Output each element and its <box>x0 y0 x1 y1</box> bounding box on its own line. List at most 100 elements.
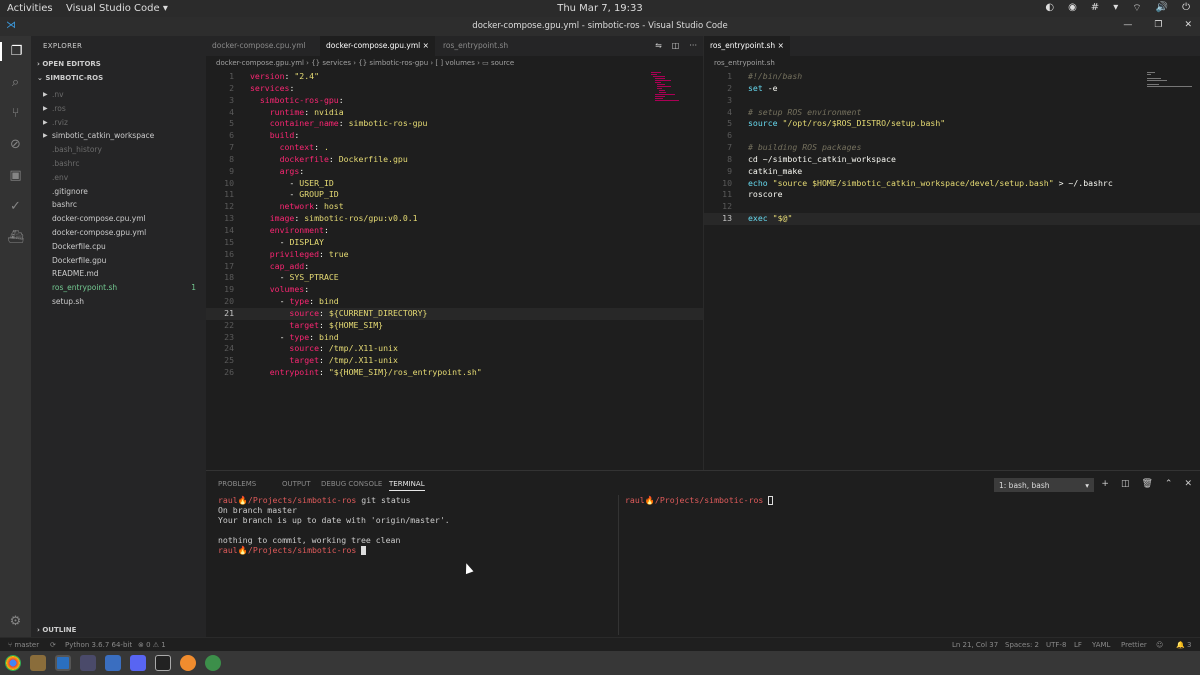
minimize-icon[interactable]: — <box>1123 20 1132 30</box>
tab-ros-entrypoint[interactable]: ros_entrypoint.sh <box>437 36 514 56</box>
wifi-icon[interactable]: ⌔ <box>1132 2 1141 15</box>
tree-item[interactable]: docker-compose.gpu.yml <box>31 226 206 240</box>
project-section[interactable]: ⌄ SIMBOTIC-ROS <box>37 74 103 82</box>
trash-icon[interactable]: 🗑 <box>1141 479 1152 489</box>
terminal-select[interactable]: 1: bash, bash ▾ <box>994 478 1094 492</box>
new-terminal-icon[interactable]: + <box>1101 479 1109 489</box>
tree-item[interactable]: Dockerfile.cpu <box>31 240 206 254</box>
code-token: type <box>289 331 310 342</box>
close-tab-icon[interactable]: × <box>423 41 429 50</box>
line-ending[interactable]: LF <box>1074 641 1082 649</box>
clock[interactable]: Thu Mar 7, 19:33 <box>0 3 1200 14</box>
discord-dock-icon[interactable] <box>130 655 146 671</box>
line-number: 6 <box>229 130 234 141</box>
breadcrumb-right[interactable]: ros_entrypoint.sh <box>714 59 775 67</box>
outline-section[interactable]: › OUTLINE <box>37 626 76 634</box>
terminal-divider[interactable] <box>618 495 619 635</box>
python-interpreter[interactable]: Python 3.6.7 64-bit <box>65 641 132 649</box>
close-tab-icon[interactable]: × <box>778 41 784 50</box>
test-check-icon[interactable]: ✓ <box>6 197 25 216</box>
split-terminal-icon[interactable]: ◫ <box>1121 479 1130 489</box>
minimap[interactable] <box>650 71 700 111</box>
tab-output[interactable]: OUTPUT <box>282 480 311 488</box>
breadcrumb[interactable]: docker-compose.gpu.yml › {} services › {… <box>216 59 514 67</box>
slack-dock-icon[interactable] <box>80 655 96 671</box>
code-token: : <box>294 213 305 224</box>
maximize-panel-icon[interactable]: ⌃ <box>1165 479 1173 489</box>
terminal-dock-icon[interactable] <box>155 655 171 671</box>
terminal-right[interactable]: raul🔥/Projects/simbotic-ros <box>625 495 774 505</box>
tab-docker-compose-cpu[interactable]: docker-compose.cpu.yml <box>206 36 312 56</box>
code-token: DISPLAY <box>289 236 324 247</box>
window-title-bar: ⋊ docker-compose.gpu.yml - simbotic-ros … <box>0 17 1200 36</box>
source-control-icon[interactable]: ⑂ <box>6 104 25 123</box>
tree-item[interactable]: docker-compose.cpu.yml <box>31 212 206 226</box>
close-panel-icon[interactable]: ✕ <box>1184 479 1192 489</box>
tab-ros-entrypoint-right[interactable]: ros_entrypoint.sh × <box>704 36 790 56</box>
tree-item[interactable]: ▶ .nv <box>31 88 206 102</box>
discord-icon[interactable]: ◉ <box>1068 2 1077 15</box>
chrome-icon[interactable] <box>5 655 21 671</box>
notifications[interactable]: 🔔 3 <box>1176 641 1191 649</box>
problems-count[interactable]: ⊗ 0 ⚠ 1 <box>138 641 166 649</box>
code-token: . <box>323 142 329 153</box>
tree-item[interactable]: ▶ .ros <box>31 102 206 116</box>
dropdown-icon[interactable]: ▾ <box>1113 2 1118 15</box>
docker-icon[interactable]: ⛴ <box>6 228 25 247</box>
tree-item[interactable]: ▶ simbotic_catkin_workspace <box>31 129 206 143</box>
tree-item[interactable]: .gitignore <box>31 185 206 199</box>
settings-gear-icon[interactable]: ⚙ <box>6 612 25 631</box>
tree-item[interactable]: README.md <box>31 267 206 281</box>
encoding[interactable]: UTF-8 <box>1046 641 1066 649</box>
code-token: GROUP_ID <box>299 189 339 200</box>
tree-item[interactable]: setup.sh <box>31 295 206 309</box>
tree-item[interactable]: .env <box>31 171 206 185</box>
explorer-icon[interactable]: ❐ <box>0 42 31 61</box>
explorer-header: EXPLORER <box>43 42 83 50</box>
power-icon[interactable]: ⏻ <box>1182 2 1190 15</box>
volume-icon[interactable]: 🔊 <box>1156 2 1168 15</box>
search-icon[interactable]: ⌕ <box>6 73 25 92</box>
indentation[interactable]: Spaces: 2 <box>1005 641 1039 649</box>
tab-debug-console[interactable]: DEBUG CONSOLE <box>321 480 382 488</box>
smiley-icon[interactable]: ☺ <box>1156 641 1163 649</box>
tree-item[interactable]: .bash_history <box>31 143 206 157</box>
extensions-icon[interactable]: ▣ <box>6 166 25 185</box>
tree-item[interactable]: Dockerfile.gpu <box>31 254 206 268</box>
vscode-dock-icon[interactable] <box>55 655 71 671</box>
close-window-icon[interactable]: ✕ <box>1184 20 1192 30</box>
code-editor-bash[interactable]: 1 #!/bin/bash 2 set -e 3 4 # setup ROS environ… <box>704 71 1200 225</box>
split-editor-icon[interactable]: ◫ <box>672 41 680 50</box>
tab-terminal[interactable]: TERMINAL <box>389 480 425 491</box>
info-icon[interactable]: ◐ <box>1045 2 1054 15</box>
tree-item[interactable]: ▶ .rviz <box>31 116 206 130</box>
files-icon[interactable] <box>30 655 46 671</box>
debug-icon[interactable]: ⊘ <box>6 135 25 154</box>
language-mode[interactable]: YAML <box>1092 641 1110 649</box>
tab-problems[interactable]: PROBLEMS <box>218 480 256 488</box>
minimap-right[interactable] <box>1146 71 1196 111</box>
tree-item[interactable]: ros_entrypoint.sh 1 <box>31 281 206 295</box>
tree-item[interactable]: .bashrc <box>31 157 206 171</box>
blender-icon[interactable] <box>180 655 196 671</box>
code-token: args <box>250 165 300 176</box>
slack-icon[interactable]: # <box>1091 2 1099 15</box>
terminal-line: On branch master <box>218 505 450 515</box>
sync-icon[interactable]: ⟳ <box>50 641 56 649</box>
app-r-icon[interactable] <box>105 655 121 671</box>
app-green-icon[interactable] <box>205 655 221 671</box>
code-token: bind <box>319 296 339 307</box>
more-actions-icon[interactable]: ··· <box>689 41 697 50</box>
open-editors-section[interactable]: › OPEN EDITORS <box>37 60 101 68</box>
git-branch[interactable]: ⑂ master <box>8 641 39 649</box>
prettier[interactable]: Prettier <box>1121 641 1147 649</box>
restore-icon[interactable]: ❐ <box>1154 20 1162 30</box>
terminal-left[interactable]: raul🔥/Projects/simbotic-ros git status On… <box>218 495 450 555</box>
open-changes-icon[interactable]: ⇋ <box>655 41 662 50</box>
code-editor-yaml[interactable]: 1 version: "2.4" 2 services: 3 simbotic-ros-… <box>206 71 703 379</box>
tree-item[interactable]: bashrc <box>31 198 206 212</box>
cursor-position[interactable]: Ln 21, Col 37 <box>952 641 998 649</box>
terminal-command: git status <box>356 495 411 505</box>
tab-docker-compose-gpu[interactable]: docker-compose.gpu.yml × <box>320 36 435 56</box>
code-token: nvidia <box>314 106 344 117</box>
